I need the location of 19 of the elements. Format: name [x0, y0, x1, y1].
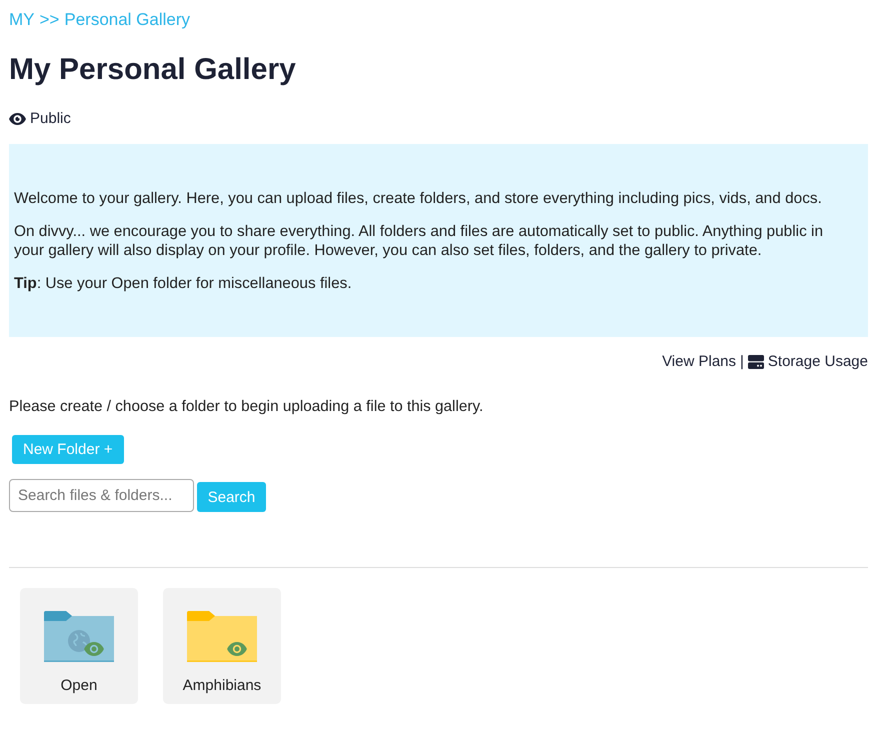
info-paragraph: Tip: Use your Open folder for miscellaneous files. — [14, 274, 353, 293]
visibility-label: Public — [30, 109, 71, 129]
info-paragraph: On divvy... we encourage you to share everything. All folders and files are automatically set to public. Anything public in your gallery will also display on your profile. However, you can also set files, folders, and the gallery to private. — [14, 222, 824, 260]
storage-usage-label: Storage Usage — [768, 352, 868, 372]
folder-name: Amphibians — [182, 676, 262, 696]
breadcrumb-separator: >> — [40, 9, 60, 31]
link-separator: | — [740, 352, 744, 372]
storage-usage-link[interactable]: Storage Usage — [748, 352, 868, 372]
storage-drive-icon — [748, 355, 764, 369]
page-title: My Personal Gallery — [9, 52, 297, 88]
folder-name: Open — [60, 676, 98, 696]
view-plans-link[interactable]: View Plans — [662, 352, 736, 372]
folder-card[interactable]: Amphibians — [163, 588, 281, 704]
upload-instruction: Please create / choose a folder to begin uploading a file to this gallery. — [9, 397, 484, 417]
info-paragraph: Welcome to your gallery. Here, you can upload files, create folders, and store everything including pics, vids, and docs. — [14, 189, 823, 208]
globe-icon — [68, 630, 90, 652]
search-field[interactable]: Search files & folders... — [9, 479, 194, 512]
eye-icon — [9, 113, 26, 125]
folder-card[interactable]: Open — [20, 588, 138, 704]
